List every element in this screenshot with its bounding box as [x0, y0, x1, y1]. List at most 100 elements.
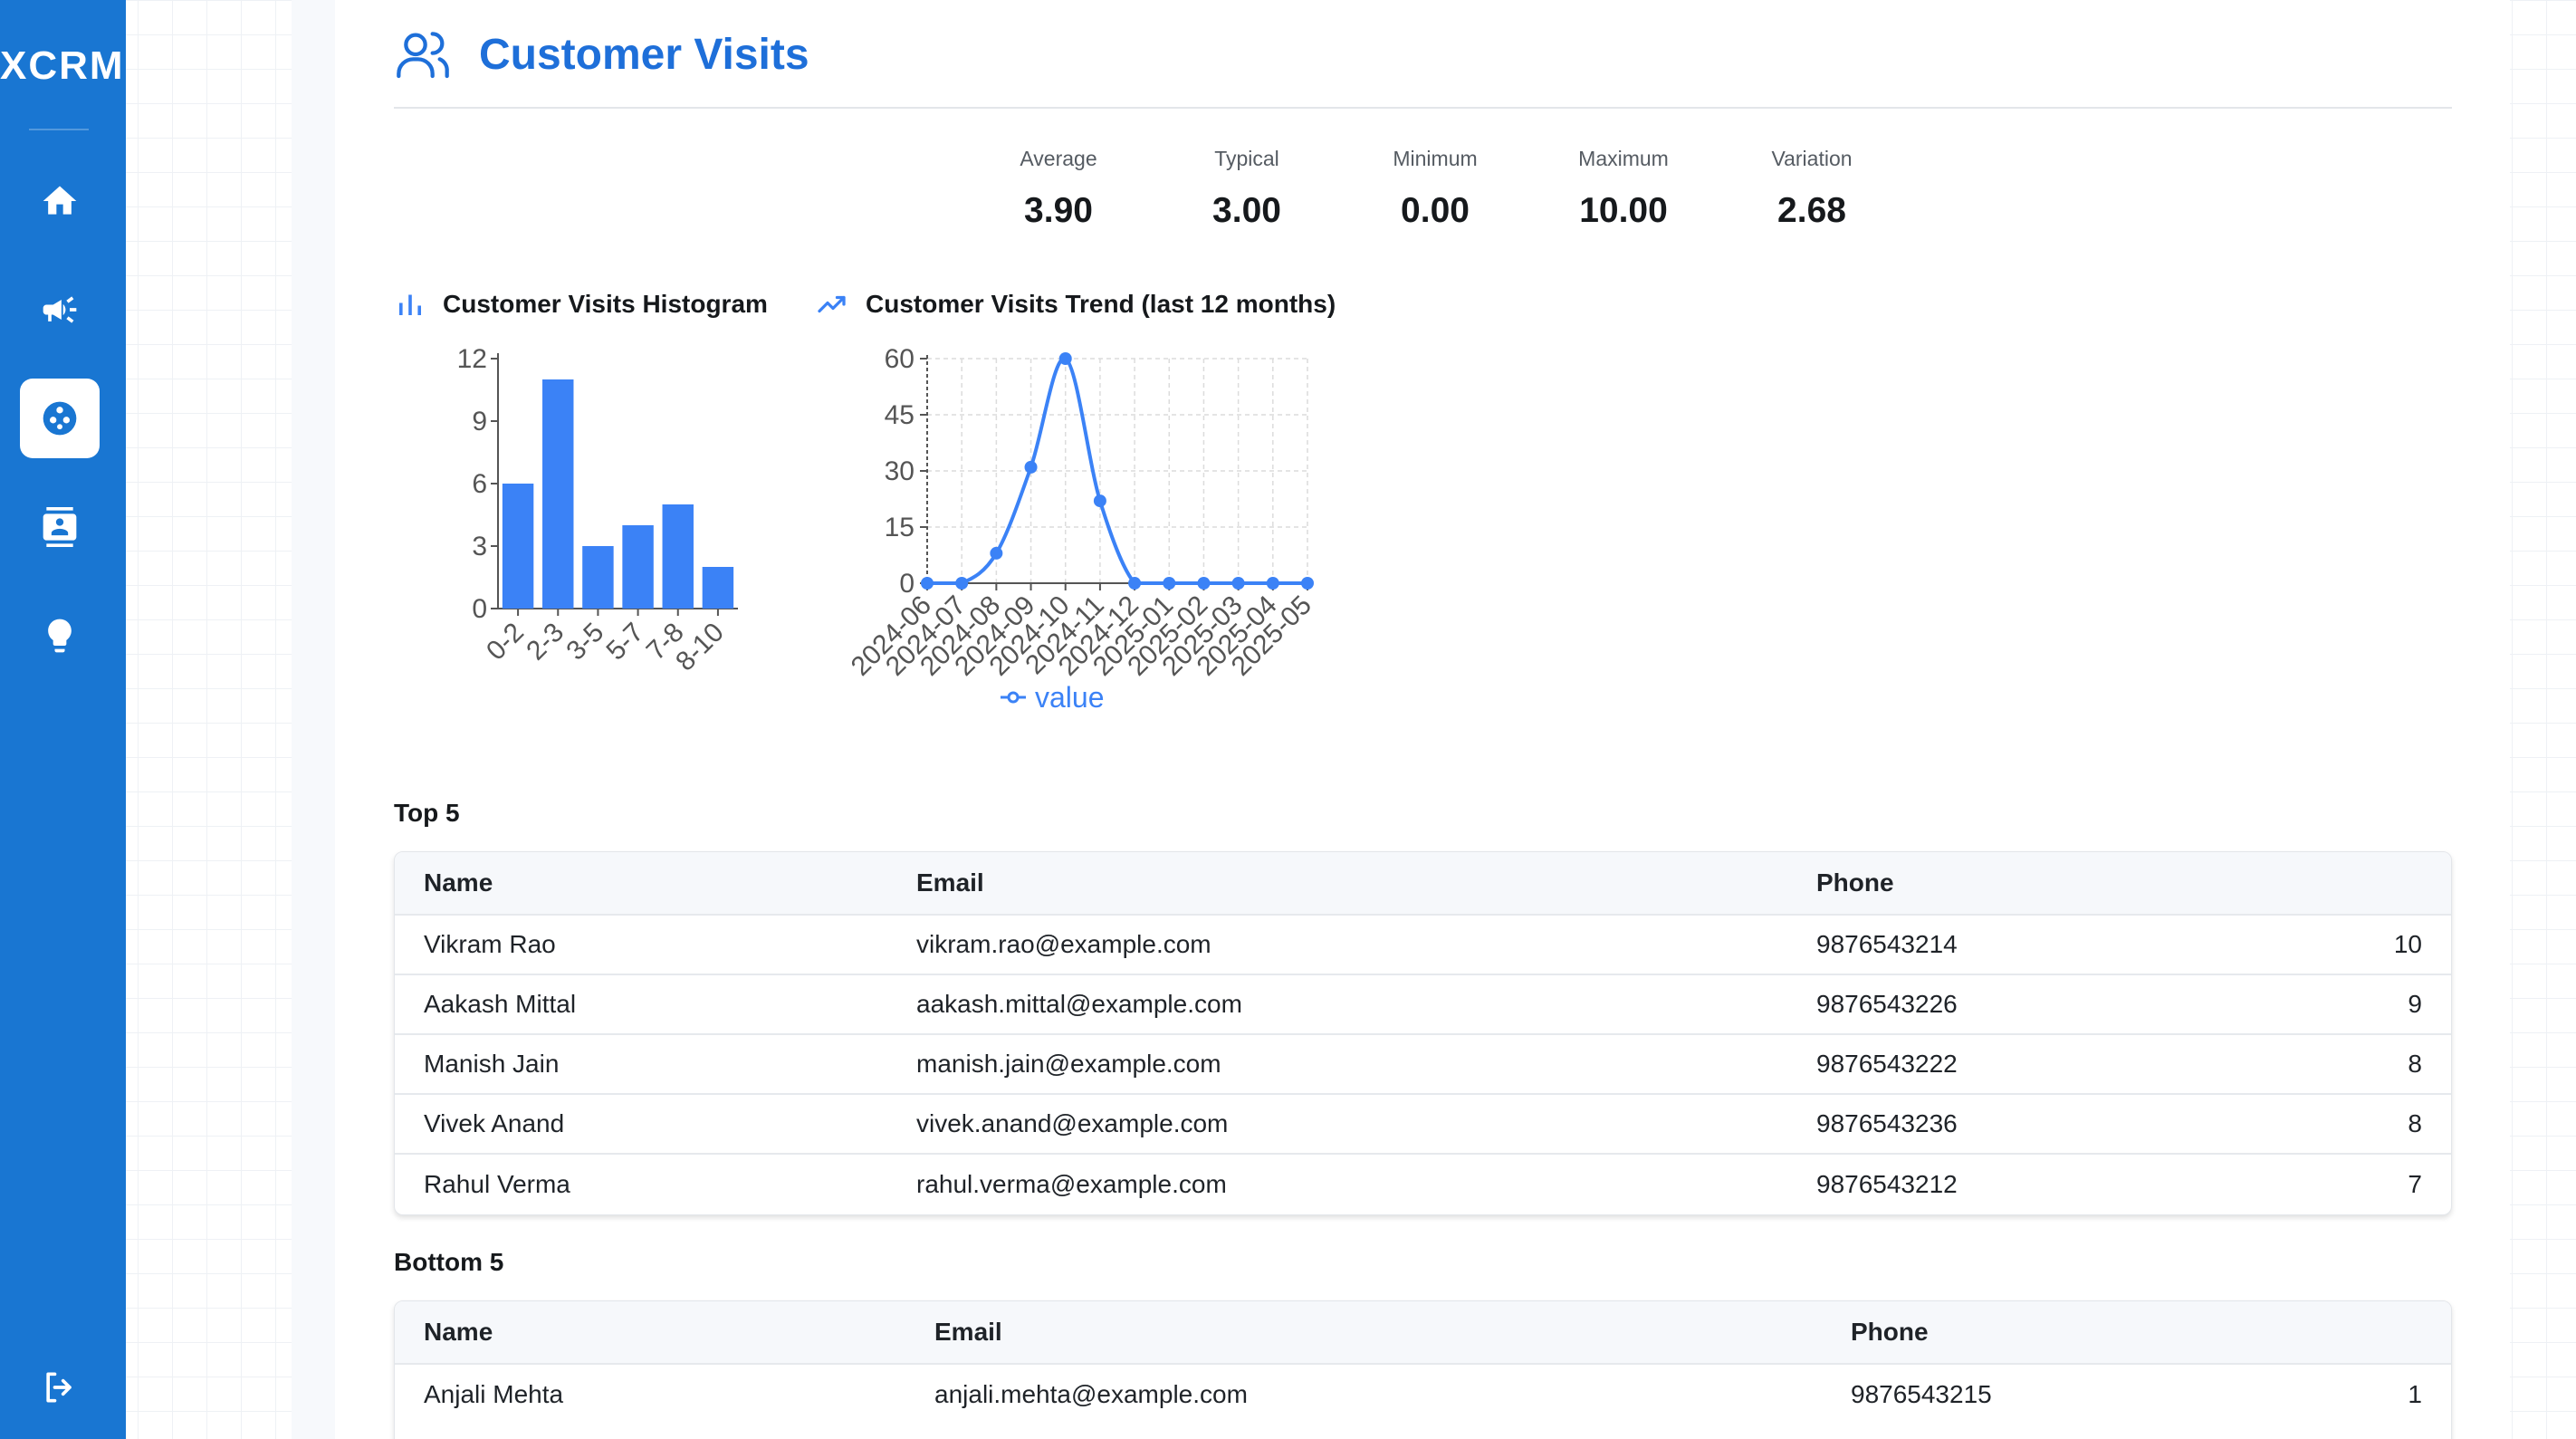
trend-point [1301, 577, 1314, 590]
sidebar-item-insights[interactable] [20, 596, 100, 676]
trend-point [921, 577, 934, 590]
sidebar-item-contacts[interactable] [20, 487, 100, 567]
column-header-phone[interactable]: Phone [1816, 852, 1894, 914]
stat-label: Maximum [1578, 147, 1669, 170]
table-row[interactable]: Rahul Verma rahul.verma@example.com 9876… [395, 1155, 2451, 1214]
stat-value: 3.90 [1024, 191, 1093, 230]
y-tick-label: 0 [472, 594, 487, 624]
customer-name: Manish Jain [424, 1050, 560, 1078]
trend-point [1231, 577, 1245, 590]
table-row[interactable]: Manish Jain manish.jain@example.com 9876… [395, 1035, 2451, 1095]
trend-point [990, 546, 1003, 560]
customer-phone: 9876543226 [1816, 990, 1958, 1018]
histogram-bar [502, 484, 534, 609]
trending-up-icon [818, 295, 846, 313]
trend-point [1128, 577, 1142, 590]
bottom5-table: Name Email Phone Anjali Mehta anjali.meh… [394, 1300, 2452, 1439]
table-row[interactable]: Aakash Mittal aakash.mittal@example.com … [395, 975, 2451, 1035]
trend-point [1058, 352, 1072, 365]
lightbulb-icon [48, 619, 72, 653]
users-icon [397, 32, 449, 79]
customer-email: rahul.verma@example.com [916, 1170, 1227, 1198]
histogram-bar [542, 379, 574, 609]
visit-count: 10 [2393, 930, 2422, 958]
page-header: Customer Visits [394, 18, 809, 91]
stat-value: 2.68 [1777, 191, 1846, 230]
trend-point [1093, 494, 1106, 508]
stat-label: Typical [1214, 147, 1279, 170]
column-header-email[interactable]: Email [916, 852, 984, 914]
histogram-chart: 0369120-22-33-55-77-88-10 [457, 344, 738, 677]
sidebar: XCRM [0, 0, 126, 1439]
sidebar-item-home[interactable] [20, 161, 100, 241]
customer-name: Vivek Anand [424, 1109, 565, 1137]
histogram-bar [662, 504, 694, 609]
visit-count: 8 [2408, 1050, 2422, 1078]
trend-point [1197, 577, 1211, 590]
y-tick-label: 12 [457, 344, 487, 374]
trend-chart: 0153045602024-062024-072024-082024-09202… [846, 344, 1317, 714]
x-tick-label: 2-3 [521, 618, 570, 667]
bottom5-title: Bottom 5 [394, 1248, 504, 1276]
customer-visits-icon [43, 401, 77, 436]
stat-minimum: Minimum 0.00 [1341, 147, 1529, 231]
histogram-bar [622, 525, 654, 609]
stat-label: Variation [1771, 147, 1853, 170]
customer-phone: 9876543214 [1816, 930, 1958, 958]
y-tick-label: 15 [885, 513, 915, 542]
sidebar-item-customer-visits[interactable] [20, 379, 100, 458]
visit-count: 8 [2408, 1109, 2422, 1137]
customer-name: Vikram Rao [424, 930, 556, 958]
customer-email: aakash.mittal@example.com [916, 990, 1242, 1018]
customer-email: vikram.rao@example.com [916, 930, 1211, 958]
top5-title: Top 5 [394, 799, 460, 827]
trend-point [1024, 460, 1038, 474]
histogram-bar [702, 567, 734, 609]
x-tick-label: 0-2 [481, 618, 530, 667]
contacts-icon [43, 507, 77, 547]
y-tick-label: 6 [472, 469, 487, 499]
x-tick-label: 5-7 [601, 618, 650, 667]
column-header-name[interactable]: Name [424, 1301, 493, 1363]
stat-typical: Typical 3.00 [1153, 147, 1341, 231]
x-tick-label: 8-10 [670, 618, 730, 677]
stat-value: 0.00 [1401, 191, 1470, 230]
customer-name: Anjali Mehta [424, 1380, 564, 1408]
customer-name: Rahul Verma [424, 1170, 570, 1198]
table-row[interactable]: Vivek Anand vivek.anand@example.com 9876… [395, 1095, 2451, 1155]
sidebar-divider [29, 129, 89, 130]
home-icon [43, 186, 77, 215]
customer-phone: 9876543222 [1816, 1050, 1958, 1078]
stat-label: Minimum [1393, 147, 1478, 170]
table-row[interactable]: Anjali Mehta anjali.mehta@example.com 98… [395, 1365, 2451, 1425]
visit-count: 7 [2408, 1170, 2422, 1198]
trend-header: Customer Visits Trend (last 12 months) [817, 286, 1336, 322]
legend-marker [1007, 691, 1020, 704]
customer-email: anjali.mehta@example.com [934, 1380, 1248, 1408]
customer-phone: 9876543236 [1816, 1109, 1958, 1137]
customer-email: manish.jain@example.com [916, 1050, 1221, 1078]
customer-name: Aakash Mittal [424, 990, 577, 1018]
megaphone-icon [43, 296, 77, 323]
table-row[interactable]: Vikram Rao vikram.rao@example.com 987654… [395, 916, 2451, 975]
stat-variation: Variation 2.68 [1718, 147, 1906, 231]
top5-table: Name Email Phone Vikram Rao vikram.rao@e… [394, 851, 2452, 1215]
column-header-email[interactable]: Email [934, 1301, 1002, 1363]
logout-button[interactable] [20, 1348, 100, 1427]
column-header-name[interactable]: Name [424, 852, 493, 914]
y-tick-label: 60 [885, 344, 915, 374]
trend-point [1163, 577, 1176, 590]
y-tick-label: 9 [472, 407, 487, 436]
stat-label: Average [1020, 147, 1097, 170]
stat-value: 10.00 [1579, 191, 1668, 230]
stat-average: Average 3.90 [964, 147, 1153, 231]
header-divider [394, 107, 2452, 109]
customer-email: vivek.anand@example.com [916, 1109, 1229, 1137]
y-tick-label: 30 [885, 456, 915, 486]
sidebar-item-campaigns[interactable] [20, 270, 100, 350]
histogram-bar [582, 546, 614, 609]
column-header-phone[interactable]: Phone [1851, 1301, 1929, 1363]
page-title: Customer Visits [479, 30, 809, 79]
y-tick-label: 45 [885, 400, 915, 430]
histogram-title: Customer Visits Histogram [443, 290, 768, 318]
